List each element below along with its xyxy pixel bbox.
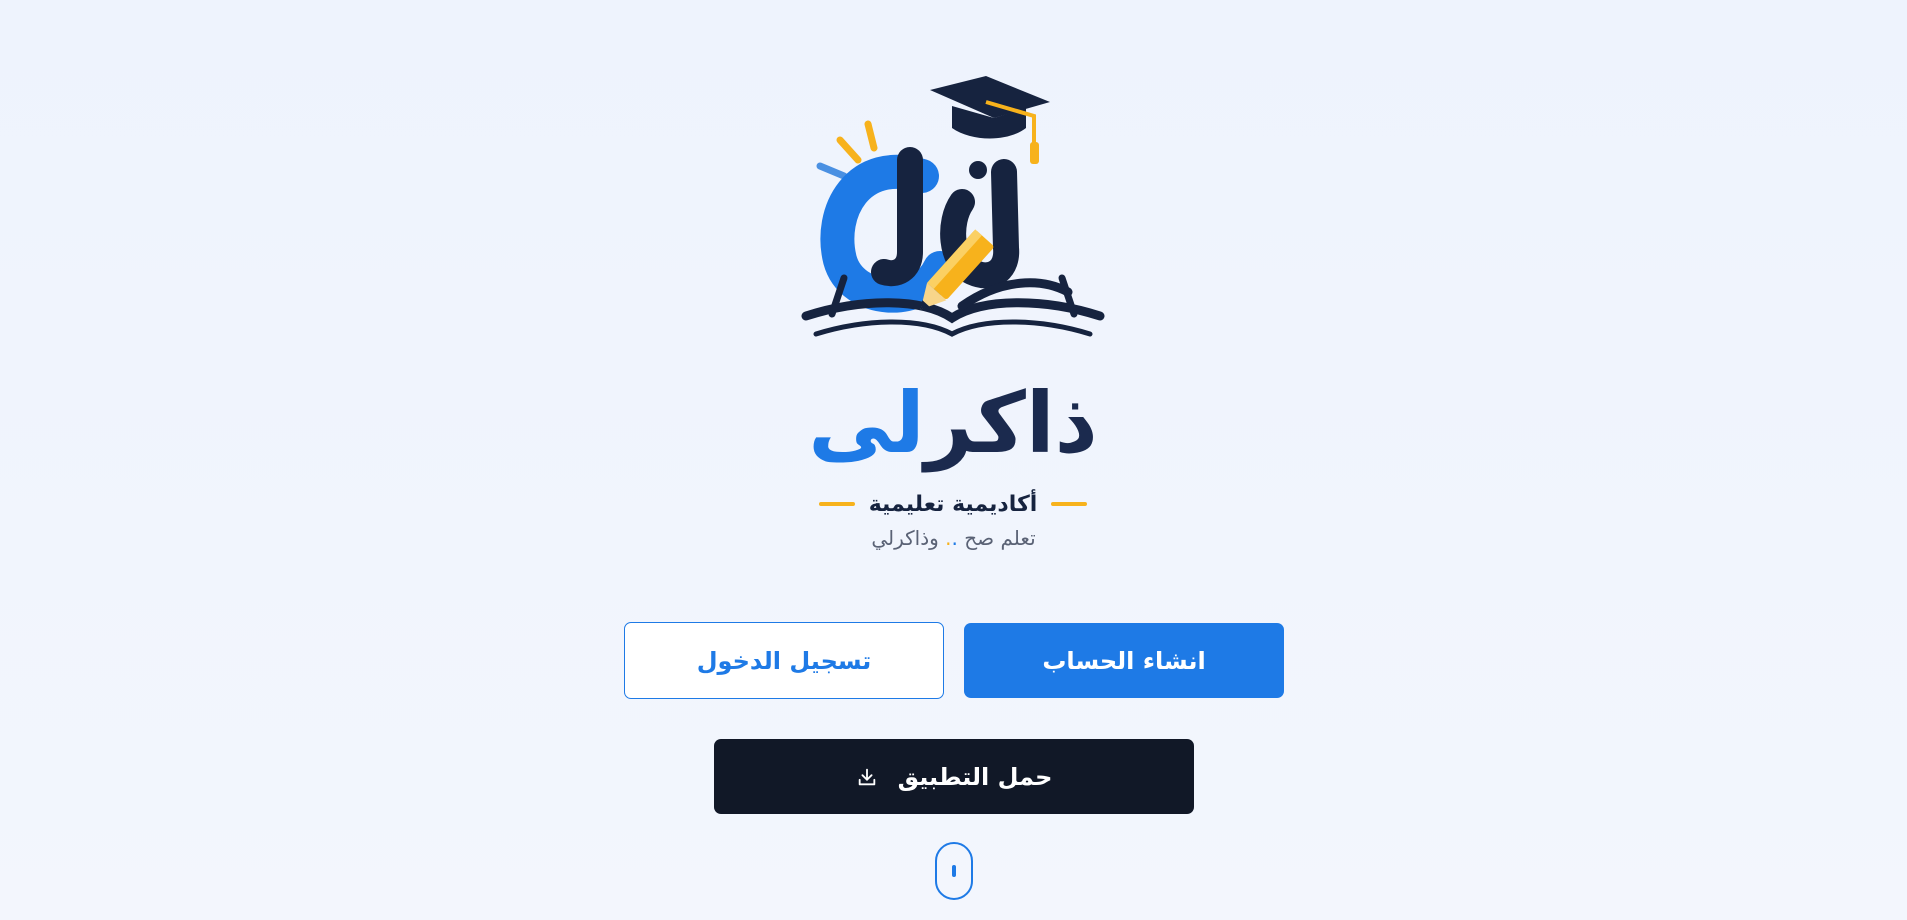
brand-tagline: تعلم صح .. وذاكرلي <box>0 526 1907 550</box>
tagline-dot-blue: . <box>951 526 958 550</box>
brand-logo: ذاكرلى أكاديمية تعليمية <box>772 72 1134 562</box>
brand-subtitle: أكاديمية تعليمية <box>868 491 1038 517</box>
download-button-label: حمل التطبيق <box>897 762 1053 791</box>
download-icon <box>856 766 878 788</box>
scroll-wheel <box>952 865 956 877</box>
subtitle-dash-right <box>818 502 855 506</box>
signup-button-label: انشاء الحساب <box>1042 646 1206 675</box>
graduation-cap-book-pencil-logo <box>801 76 1105 337</box>
signup-button[interactable]: انشاء الحساب <box>964 623 1284 698</box>
download-app-button[interactable]: حمل التطبيق <box>714 739 1194 814</box>
tagline-end: وذاكرلي <box>871 526 946 550</box>
login-button-label: تسجيل الدخول <box>696 646 872 675</box>
brand-name-blue: لى <box>808 374 925 472</box>
subtitle-row: أكاديمية تعليمية <box>772 486 1134 522</box>
brand-name: ذاكرلى <box>772 368 1134 478</box>
mouse-scroll-icon[interactable] <box>935 842 973 900</box>
login-button[interactable]: تسجيل الدخول <box>624 622 944 699</box>
subtitle-dash-left <box>1051 502 1088 506</box>
tagline-start: تعلم صح <box>964 526 1036 550</box>
brand-name-dark: ذاكر <box>924 374 1098 472</box>
